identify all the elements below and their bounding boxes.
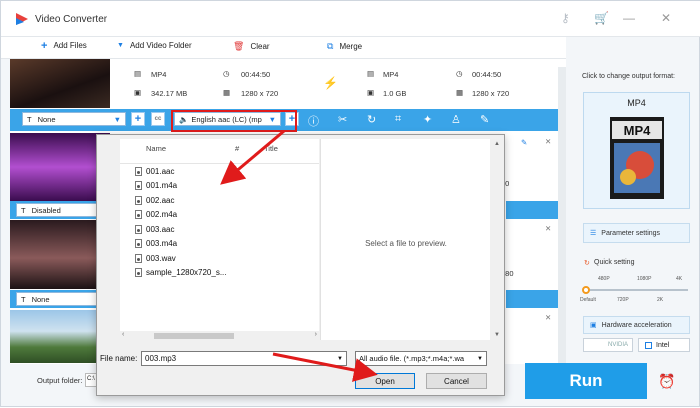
- arrow-to-open-button: [272, 352, 378, 382]
- app-window: Video Converter ⚷ 🛒 — ✕ + Add Files ▼ Add …: [0, 0, 700, 407]
- arrow-to-file-list: [220, 129, 285, 185]
- annotation-arrows: [220, 129, 378, 382]
